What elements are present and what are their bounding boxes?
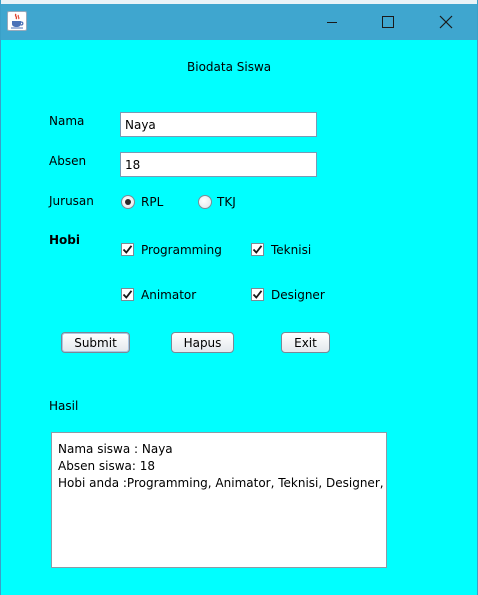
close-icon bbox=[439, 15, 453, 29]
radio-rpl-label[interactable]: RPL bbox=[141, 195, 163, 209]
radio-tkj-label[interactable]: TKJ bbox=[217, 195, 236, 209]
result-line-nama: Nama siswa : Naya bbox=[58, 442, 173, 456]
checkmark-icon bbox=[252, 245, 263, 254]
checkbox-designer-label[interactable]: Designer bbox=[271, 288, 325, 302]
close-button[interactable] bbox=[417, 4, 475, 40]
checkbox-animator-label[interactable]: Animator bbox=[141, 288, 196, 302]
result-line-absen: Absen siswa: 18 bbox=[58, 459, 156, 473]
checkmark-icon bbox=[122, 290, 133, 299]
maximize-button[interactable] bbox=[359, 4, 417, 40]
jurusan-label: Jurusan bbox=[49, 194, 94, 208]
hasil-label: Hasil bbox=[49, 399, 79, 413]
radio-tkj[interactable] bbox=[198, 195, 212, 209]
nama-input[interactable]: Naya bbox=[120, 112, 317, 137]
checkbox-teknisi-label[interactable]: Teknisi bbox=[271, 243, 311, 257]
checkbox-programming-label[interactable]: Programming bbox=[141, 243, 222, 257]
hasil-textarea[interactable]: Nama siswa : Naya Absen siswa: 18 Hobi a… bbox=[51, 432, 387, 568]
java-cup-icon[interactable] bbox=[7, 11, 27, 31]
absen-input[interactable]: 18 bbox=[120, 152, 317, 177]
hobi-label: Hobi bbox=[49, 233, 80, 247]
submit-button[interactable]: Submit bbox=[61, 332, 130, 353]
minimize-button[interactable] bbox=[303, 4, 361, 40]
app-window: Biodata Siswa Nama Naya Absen 18 Jurusan… bbox=[0, 0, 478, 595]
checkmark-icon bbox=[252, 290, 263, 299]
title-bar[interactable] bbox=[1, 0, 477, 40]
radio-selected-dot bbox=[125, 199, 131, 205]
form-heading: Biodata Siswa bbox=[187, 60, 272, 74]
checkbox-teknisi[interactable] bbox=[251, 243, 264, 256]
result-line-hobi: Hobi anda :Programming, Animator, Teknis… bbox=[58, 476, 384, 490]
radio-rpl[interactable] bbox=[121, 195, 135, 209]
nama-label: Nama bbox=[49, 114, 85, 128]
absen-label: Absen bbox=[49, 154, 87, 168]
minimize-icon bbox=[327, 22, 337, 23]
checkbox-animator[interactable] bbox=[121, 288, 134, 301]
checkbox-designer[interactable] bbox=[251, 288, 264, 301]
exit-button[interactable]: Exit bbox=[281, 332, 330, 353]
checkbox-programming[interactable] bbox=[121, 243, 134, 256]
maximize-icon bbox=[382, 16, 394, 28]
hapus-button[interactable]: Hapus bbox=[171, 332, 234, 353]
checkmark-icon bbox=[122, 245, 133, 254]
